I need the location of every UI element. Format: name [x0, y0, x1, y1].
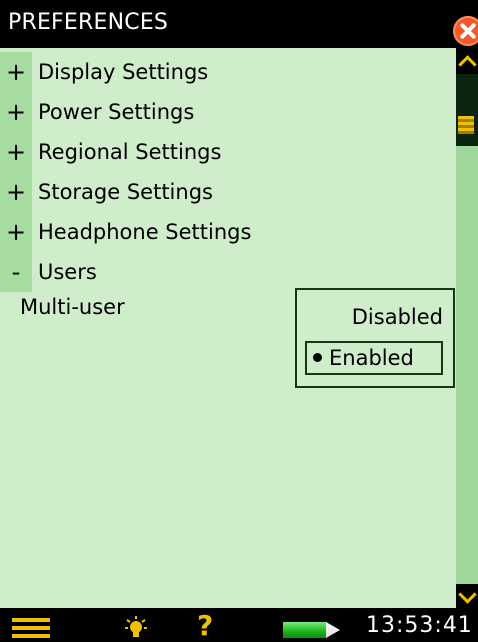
help-icon[interactable]: ?: [197, 612, 213, 640]
title-bar: PREFERENCES: [0, 0, 478, 48]
multi-user-option-list: Disabled Enabled: [295, 288, 455, 388]
option-disabled[interactable]: Disabled: [352, 305, 443, 329]
scroll-down-arrow-icon[interactable]: [456, 584, 478, 608]
tree-item-label[interactable]: Power Settings: [38, 92, 194, 132]
collapse-toggle[interactable]: -: [0, 252, 32, 292]
tree-item-storage-settings[interactable]: + Storage Settings: [0, 172, 456, 212]
expand-toggle[interactable]: +: [0, 172, 32, 212]
option-enabled-label: Enabled: [329, 346, 414, 370]
close-button[interactable]: [453, 16, 478, 46]
tree-item-headphone-settings[interactable]: + Headphone Settings: [0, 212, 456, 252]
scrollbar-track[interactable]: [456, 74, 478, 146]
option-enabled-selected[interactable]: Enabled: [305, 341, 443, 375]
backlight-bulb-icon[interactable]: [125, 616, 147, 638]
multi-user-label: Multi-user: [20, 295, 125, 319]
status-bar: ? 13:53:41: [0, 608, 478, 642]
expand-toggle[interactable]: +: [0, 52, 32, 92]
preferences-panel: + Display Settings + Power Settings + Re…: [0, 48, 456, 608]
vertical-scrollbar[interactable]: [456, 48, 478, 608]
battery-icon: [283, 622, 341, 638]
tree-item-label[interactable]: Display Settings: [38, 52, 208, 92]
page-title: PREFERENCES: [8, 10, 169, 35]
expand-toggle[interactable]: +: [0, 92, 32, 132]
scrollbar-thumb[interactable]: [458, 116, 474, 134]
tree-item-users[interactable]: - Users: [0, 252, 456, 292]
tree-item-regional-settings[interactable]: + Regional Settings: [0, 132, 456, 172]
expand-toggle[interactable]: +: [0, 212, 32, 252]
tree-item-label[interactable]: Users: [38, 252, 97, 292]
menu-icon[interactable]: [12, 618, 50, 638]
clock: 13:53:41: [366, 613, 473, 638]
scroll-up-arrow-icon[interactable]: [456, 48, 478, 74]
expand-toggle[interactable]: +: [0, 132, 32, 172]
tree-item-label[interactable]: Regional Settings: [38, 132, 221, 172]
tree-item-power-settings[interactable]: + Power Settings: [0, 92, 456, 132]
tree-item-display-settings[interactable]: + Display Settings: [0, 52, 456, 92]
tree-item-label[interactable]: Storage Settings: [38, 172, 213, 212]
selected-bullet-icon: [313, 353, 322, 362]
tree-item-label[interactable]: Headphone Settings: [38, 212, 251, 252]
